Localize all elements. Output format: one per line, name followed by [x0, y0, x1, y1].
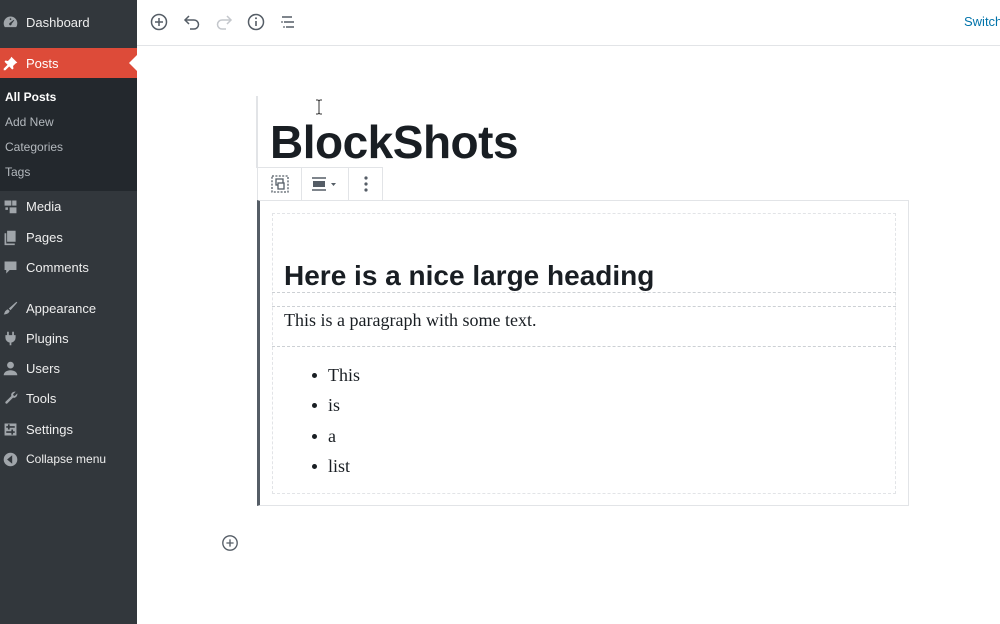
list-item-text: a — [328, 426, 336, 446]
sidebar-item-label: Collapse menu — [26, 452, 107, 466]
list-item-text: list — [328, 456, 351, 476]
info-icon — [247, 13, 265, 31]
admin-sidebar: Dashboard Posts All Posts Add New Catego… — [0, 0, 137, 624]
collapse-menu-button[interactable]: Collapse menu — [0, 444, 137, 474]
sidebar-item-label: Plugins — [26, 330, 69, 346]
undo-icon — [183, 15, 200, 30]
submenu-add-new[interactable]: Add New — [5, 115, 54, 129]
block-divider — [272, 346, 896, 347]
sidebar-item-label: Tools — [26, 390, 57, 406]
list-item[interactable]: This — [312, 364, 360, 386]
more-options-button[interactable] — [349, 168, 382, 200]
media-icon — [1, 197, 19, 215]
submenu-categories[interactable]: Categories — [5, 140, 63, 154]
submenu-all-posts[interactable]: All Posts — [5, 90, 56, 104]
sidebar-item-settings[interactable]: Settings — [0, 414, 137, 444]
undo-button[interactable] — [181, 11, 203, 33]
align-dropdown-button[interactable] — [302, 168, 349, 200]
bullet-icon — [312, 372, 317, 378]
block-type-button[interactable] — [258, 168, 302, 200]
sidebar-item-label: Settings — [26, 421, 73, 437]
sidebar-item-label: Media — [26, 198, 62, 214]
block-navigation-button[interactable] — [277, 11, 299, 33]
sidebar-item-appearance[interactable]: Appearance — [0, 293, 137, 323]
comment-icon — [1, 258, 19, 276]
list-item-text: is — [328, 395, 341, 415]
sidebar-item-pages[interactable]: Pages — [0, 222, 137, 252]
heading-block[interactable]: Here is a nice large heading — [284, 256, 654, 296]
sidebar-item-label: Dashboard — [26, 14, 90, 30]
sidebar-item-label: Posts — [26, 55, 59, 71]
sidebar-item-label: Comments — [26, 259, 89, 275]
sidebar-item-plugins[interactable]: Plugins — [0, 323, 137, 353]
sidebar-item-label: Appearance — [26, 300, 97, 316]
user-icon — [1, 359, 19, 377]
bullet-icon — [312, 433, 317, 439]
sidebar-item-media[interactable]: Media — [0, 191, 137, 221]
pages-icon — [1, 228, 19, 246]
sidebar-item-posts[interactable]: Posts — [0, 48, 137, 78]
sidebar-item-users[interactable]: Users — [0, 353, 137, 383]
plug-icon — [1, 329, 19, 347]
brush-icon — [1, 299, 19, 317]
text-cursor-icon — [316, 99, 322, 115]
redo-icon — [216, 15, 233, 30]
inserter-add-block-icon[interactable] — [221, 534, 239, 552]
redo-button[interactable] — [213, 11, 235, 33]
add-block-button[interactable] — [148, 11, 170, 33]
list-item-text: This — [328, 365, 361, 385]
settings-icon — [1, 420, 19, 438]
submenu-tags[interactable]: Tags — [5, 165, 30, 179]
list-item[interactable]: a — [312, 425, 336, 447]
sidebar-item-dashboard[interactable]: Dashboard — [0, 7, 137, 37]
bullet-icon — [312, 463, 317, 469]
dashboard-icon — [1, 13, 19, 31]
collapse-icon — [1, 450, 19, 468]
list-item[interactable]: is — [312, 394, 340, 416]
pin-icon — [1, 54, 19, 72]
title-focus-bar — [256, 96, 258, 168]
content-info-button[interactable] — [245, 11, 267, 33]
posts-submenu: All Posts Add New Categories Tags — [0, 78, 137, 191]
add-block-icon — [150, 13, 168, 31]
paragraph-block[interactable]: This is a paragraph with some text. — [284, 309, 536, 331]
sidebar-item-tools[interactable]: Tools — [0, 383, 137, 413]
sidebar-item-label: Users — [26, 360, 60, 376]
post-title[interactable]: BlockShots — [270, 114, 519, 170]
switch-button[interactable]: Switch — [964, 14, 1000, 29]
block-toolbar — [257, 167, 383, 201]
sidebar-item-label: Pages — [26, 229, 63, 245]
block-divider — [272, 306, 896, 307]
align-icon — [312, 177, 336, 191]
sidebar-item-comments[interactable]: Comments — [0, 252, 137, 282]
wrench-icon — [1, 389, 19, 407]
more-options-icon — [363, 176, 368, 192]
editor-header-toolbar: Switch — [137, 0, 1000, 46]
group-icon — [270, 175, 289, 193]
outline-icon — [281, 16, 294, 28]
list-item[interactable]: list — [312, 455, 350, 477]
bullet-icon — [312, 402, 317, 408]
